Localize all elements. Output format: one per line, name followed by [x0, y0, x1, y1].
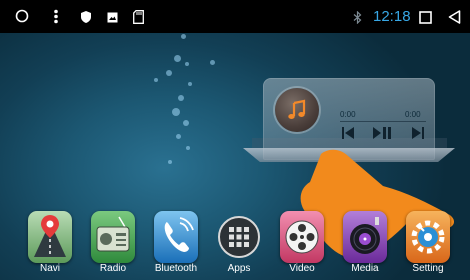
- elapsed-time: 0:00: [340, 110, 356, 119]
- sd-card-icon: [132, 9, 144, 24]
- wallpaper-bokeh: [168, 160, 172, 164]
- wallpaper-bokeh: [176, 134, 181, 139]
- home-circle-icon[interactable]: [15, 9, 29, 23]
- wallpaper-bokeh: [172, 108, 180, 116]
- app-bluetooth[interactable]: Bluetooth: [146, 208, 206, 280]
- more-vert-icon[interactable]: [51, 9, 61, 24]
- image-icon: [106, 11, 118, 23]
- navi-icon: [28, 211, 72, 263]
- play-pause-icon[interactable]: [371, 124, 393, 142]
- settings-gear-icon: [406, 211, 450, 263]
- app-media[interactable]: Media: [335, 208, 395, 280]
- film-reel-icon: [280, 211, 324, 263]
- app-video[interactable]: Video: [272, 208, 332, 280]
- wallpaper-bokeh: [188, 82, 192, 86]
- recent-apps-icon[interactable]: [418, 10, 432, 24]
- wallpaper-bokeh: [185, 62, 189, 66]
- app-label: Setting: [412, 263, 444, 274]
- progress-track[interactable]: [340, 121, 426, 122]
- wallpaper-bokeh: [174, 55, 181, 62]
- wallpaper-bokeh: [166, 70, 172, 76]
- apps-grid-icon: [217, 211, 261, 263]
- app-dock: Navi Radio Bluetooth Apps Video Media Se…: [0, 208, 470, 280]
- bluetooth-icon: [352, 10, 362, 24]
- shield-icon: [80, 11, 91, 23]
- media-disc-icon: [343, 211, 387, 263]
- wallpaper-bokeh: [210, 60, 215, 65]
- wallpaper-bokeh: [183, 120, 189, 126]
- next-icon[interactable]: [410, 124, 426, 142]
- radio-icon: [91, 211, 135, 263]
- clock-time: 12:18: [373, 8, 411, 25]
- phone-icon: [154, 211, 198, 263]
- app-apps[interactable]: Apps: [209, 208, 269, 280]
- status-bar: 12:18: [0, 0, 470, 33]
- wallpaper-bokeh: [181, 34, 186, 39]
- app-setting[interactable]: Setting: [398, 208, 458, 280]
- music-note-icon[interactable]: [275, 88, 319, 132]
- previous-icon[interactable]: [340, 124, 356, 142]
- wallpaper-bokeh: [186, 146, 190, 150]
- home-screen: 12:18 0:00 0:00 Navi Radio Bluetooth App…: [0, 0, 470, 280]
- wallpaper-bokeh: [178, 95, 184, 101]
- duration-time: 0:00: [405, 110, 421, 119]
- app-navi[interactable]: Navi: [20, 208, 80, 280]
- wallpaper-bokeh: [154, 78, 158, 82]
- app-radio[interactable]: Radio: [83, 208, 143, 280]
- back-icon[interactable]: [447, 9, 461, 24]
